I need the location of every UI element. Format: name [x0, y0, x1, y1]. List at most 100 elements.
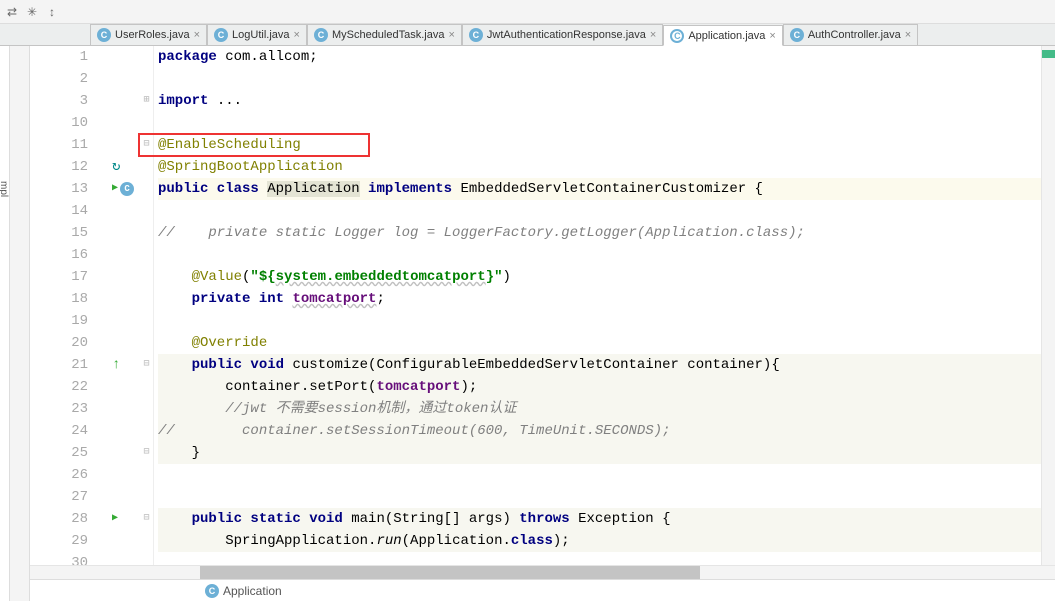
tool-icon-1[interactable]: ⇄: [4, 4, 20, 20]
line-number[interactable]: 15: [30, 222, 88, 244]
code-line[interactable]: [158, 112, 1055, 134]
run-icon[interactable]: ▶: [112, 508, 118, 530]
line-number[interactable]: 21: [30, 354, 88, 376]
tab-application-java[interactable]: CApplication.java×: [663, 25, 783, 46]
tab-myscheduledtask-java[interactable]: CMyScheduledTask.java×: [307, 24, 462, 45]
fold-toggle[interactable]: ⊟: [140, 134, 153, 156]
line-number[interactable]: 28: [30, 508, 88, 530]
line-number[interactable]: 24: [30, 420, 88, 442]
bean-icon[interactable]: ↻: [112, 156, 120, 178]
code-line[interactable]: //jwt 不需要session机制，通过token认证: [158, 398, 1055, 420]
close-icon[interactable]: ×: [769, 30, 775, 42]
code-line[interactable]: [158, 486, 1055, 508]
code-line[interactable]: container.setPort(tomcatport);: [158, 376, 1055, 398]
line-number[interactable]: 11: [30, 134, 88, 156]
line-number[interactable]: 29: [30, 530, 88, 552]
line-number[interactable]: 18: [30, 288, 88, 310]
code-line[interactable]: [158, 244, 1055, 266]
code-line[interactable]: [158, 200, 1055, 222]
token-cmt: //jwt 不需要session机制，通过token认证: [225, 401, 516, 417]
project-panel-stub[interactable]: mpl: [0, 46, 10, 601]
class-icon[interactable]: C: [120, 182, 134, 196]
code-line[interactable]: public static void main(String[] args) t…: [158, 508, 1055, 530]
code-line[interactable]: // private static Logger log = LoggerFac…: [158, 222, 1055, 244]
code-line[interactable]: [158, 464, 1055, 486]
fold-toggle: [140, 46, 153, 68]
token-id: customize(ConfigurableEmbeddedServletCon…: [292, 357, 779, 373]
breadcrumb-bar[interactable]: C Application: [30, 579, 1055, 601]
code-line[interactable]: @Override: [158, 332, 1055, 354]
code-line[interactable]: [158, 68, 1055, 90]
gutter-icon-cell: [110, 244, 140, 266]
code-content[interactable]: package com.allcom; import ... @EnableSche…: [154, 46, 1055, 565]
close-icon[interactable]: ×: [905, 29, 911, 41]
tab-jwtauthenticationresponse-java[interactable]: CJwtAuthenticationResponse.java×: [462, 24, 663, 45]
line-number[interactable]: 23: [30, 398, 88, 420]
horizontal-scrollbar[interactable]: [30, 565, 1055, 579]
token-fld: tomcatport: [376, 379, 460, 395]
line-number[interactable]: 2: [30, 68, 88, 90]
line-number[interactable]: 25: [30, 442, 88, 464]
code-line[interactable]: // container.setSessionTimeout(600, Time…: [158, 420, 1055, 442]
tab-label: UserRoles.java: [115, 29, 190, 41]
line-number[interactable]: 12: [30, 156, 88, 178]
fold-toggle[interactable]: ⊟: [140, 442, 153, 464]
gutter-icon-cell: [110, 398, 140, 420]
editor-tabs: CUserRoles.java×CLogUtil.java×CMySchedul…: [0, 24, 1055, 46]
code-line[interactable]: @EnableScheduling: [158, 134, 1055, 156]
line-number[interactable]: 26: [30, 464, 88, 486]
line-number[interactable]: 30: [30, 552, 88, 565]
token-id: container.setPort(: [158, 379, 376, 395]
token-kw: public class: [158, 181, 267, 197]
tab-logutil-java[interactable]: CLogUtil.java×: [207, 24, 307, 45]
fold-toggle: [140, 464, 153, 486]
line-number[interactable]: 17: [30, 266, 88, 288]
code-line[interactable]: private int tomcatport;: [158, 288, 1055, 310]
hscroll-thumb[interactable]: [200, 566, 700, 579]
code-line[interactable]: }: [158, 442, 1055, 464]
code-line[interactable]: package com.allcom;: [158, 46, 1055, 68]
code-line[interactable]: [158, 552, 1055, 565]
fold-toggle: [140, 156, 153, 178]
code-line[interactable]: [158, 310, 1055, 332]
code-line[interactable]: public class Application implements Embe…: [158, 178, 1055, 200]
tool-icon-3[interactable]: ↕: [44, 4, 60, 20]
gutter-icon-cell: [110, 222, 140, 244]
line-number[interactable]: 16: [30, 244, 88, 266]
override-icon[interactable]: ↑: [112, 354, 120, 376]
line-number[interactable]: 19: [30, 310, 88, 332]
line-number[interactable]: 3: [30, 90, 88, 112]
gear-icon[interactable]: ✳: [24, 4, 40, 20]
fold-toggle[interactable]: ⊞: [140, 90, 153, 112]
code-line[interactable]: @Value("${system.embeddedtomcatport}"): [158, 266, 1055, 288]
fold-toggle[interactable]: ⊟: [140, 508, 153, 530]
fold-toggle: [140, 266, 153, 288]
vertical-scrollbar[interactable]: [1041, 46, 1055, 565]
line-number[interactable]: 20: [30, 332, 88, 354]
code-line[interactable]: @SpringBootApplication: [158, 156, 1055, 178]
close-icon[interactable]: ×: [194, 29, 200, 41]
tab-userroles-java[interactable]: CUserRoles.java×: [90, 24, 207, 45]
line-number[interactable]: 14: [30, 200, 88, 222]
code-line[interactable]: import ...: [158, 90, 1055, 112]
line-number[interactable]: 1: [30, 46, 88, 68]
line-number[interactable]: 13: [30, 178, 88, 200]
line-number[interactable]: 27: [30, 486, 88, 508]
token-kw: throws: [519, 511, 578, 527]
run-icon[interactable]: ▶: [112, 178, 118, 200]
tab-authcontroller-java[interactable]: CAuthController.java×: [783, 24, 918, 45]
fold-toggle[interactable]: ⊟: [140, 354, 153, 376]
gutter-icon-cell: [110, 200, 140, 222]
code-area[interactable]: 1231011121314151617181920212223242526272…: [30, 46, 1055, 565]
line-number[interactable]: 22: [30, 376, 88, 398]
code-line[interactable]: public void customize(ConfigurableEmbedd…: [158, 354, 1055, 376]
close-icon[interactable]: ×: [294, 29, 300, 41]
line-number[interactable]: 10: [30, 112, 88, 134]
close-icon[interactable]: ×: [650, 29, 656, 41]
token-mtd-i: run: [376, 533, 401, 549]
close-icon[interactable]: ×: [448, 29, 454, 41]
project-stub-label: mpl: [0, 181, 9, 197]
code-line[interactable]: SpringApplication.run(Application.class)…: [158, 530, 1055, 552]
main-area: mpl 123101112131415161718192021222324252…: [0, 46, 1055, 601]
fold-toggle: [140, 310, 153, 332]
